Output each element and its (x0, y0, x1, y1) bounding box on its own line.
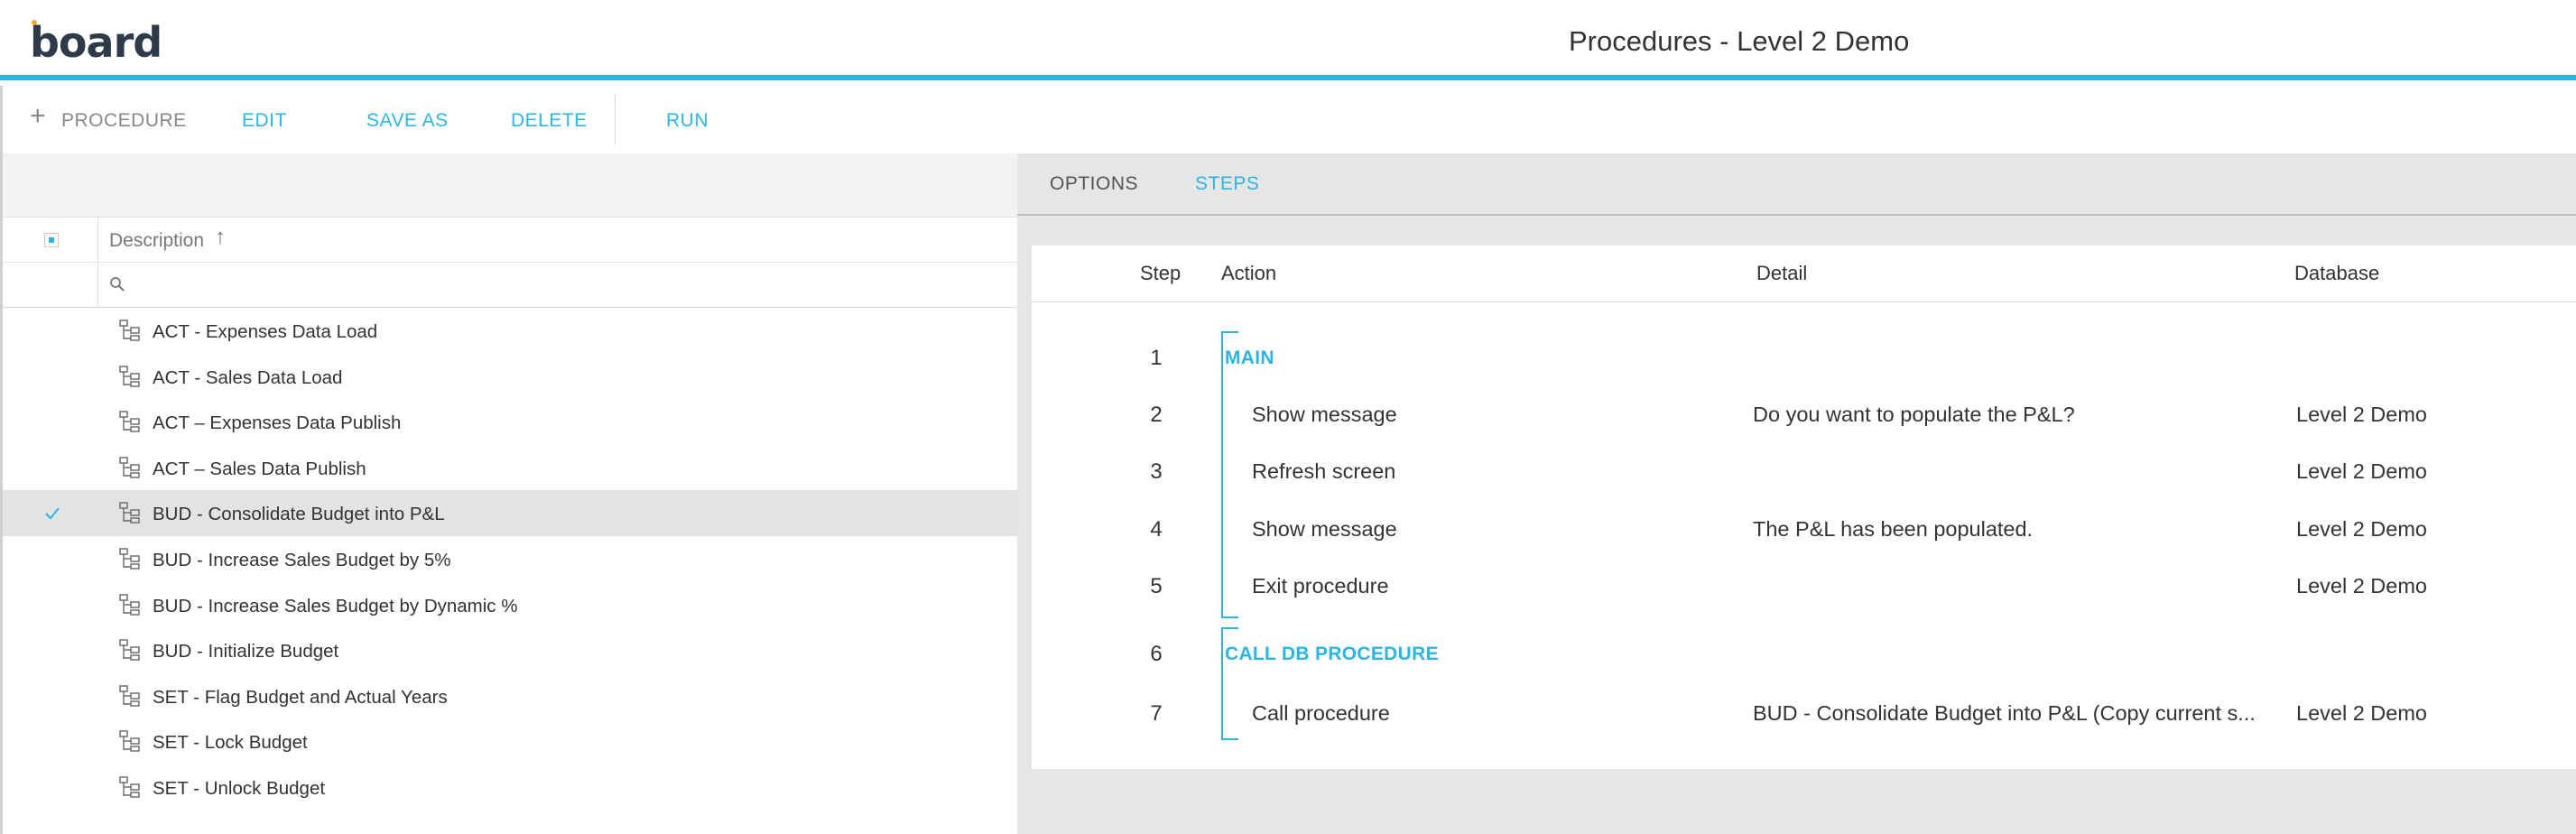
table-row[interactable]: 4 Show message The P&L has been populated.… (1032, 503, 2576, 557)
procedure-detail-panel: OPTIONS STEPS Step Action Detail Databas… (1017, 153, 2576, 834)
procedure-name: SET - Lock Budget (153, 732, 308, 754)
list-item[interactable]: SET - Lock Budget (3, 718, 1017, 764)
procedure-list-panel: Description ↑ ACT - Expenses Data Load AC… (0, 153, 1017, 834)
list-item[interactable]: BUD - Initialize Budget (3, 627, 1017, 673)
board-logo[interactable]: board (30, 18, 162, 67)
procedure-icon (119, 320, 140, 341)
procedure-name: ACT - Expenses Data Load (153, 321, 378, 342)
procedure-icon (119, 548, 140, 570)
search-icon[interactable] (108, 275, 126, 293)
toolbar-divider (615, 95, 616, 145)
sort-ascending-icon[interactable]: ↑ (215, 225, 226, 250)
table-row[interactable]: 2 Show message Do you want to populate the… (1032, 388, 2576, 442)
procedure-name: ACT - Sales Data Load (153, 366, 343, 388)
procedure-name: ACT – Expenses Data Publish (153, 412, 402, 434)
table-row[interactable]: 3 Refresh screen Level 2 Demo (1032, 445, 2576, 499)
procedure-name: SET - Flag Budget and Actual Years (153, 686, 448, 708)
procedure-name: SET - Unlock Budget (153, 777, 326, 799)
step-database: Level 2 Demo (2296, 701, 2427, 725)
delete-button[interactable]: DELETE (511, 110, 588, 132)
app-header: board Procedures - Level 2 Demo (0, 0, 2576, 80)
table-row[interactable]: 5 Exit procedure Level 2 Demo (1032, 560, 2576, 614)
list-item[interactable]: BUD - Increase Sales Budget by Dynamic % (3, 582, 1017, 628)
new-procedure-button[interactable]: PROCEDURE (61, 110, 187, 132)
list-item[interactable]: BUD - Increase Sales Budget by 5% (3, 536, 1017, 582)
list-item[interactable]: SET - Flag Budget and Actual Years (3, 673, 1017, 719)
step-number: 6 (1150, 642, 1163, 666)
column-header-detail: Detail (1756, 262, 1808, 284)
step-database: Level 2 Demo (2296, 403, 2427, 426)
step-detail: Do you want to populate the P&L? (1753, 403, 2075, 426)
checkmark-icon[interactable] (42, 504, 62, 524)
procedure-icon (119, 411, 140, 432)
logo-text: board (30, 18, 162, 67)
step-number: 5 (1150, 574, 1163, 598)
step-action: Show message (1252, 517, 1397, 541)
table-row[interactable]: 1 MAIN (1032, 331, 2576, 385)
table-row[interactable]: 7 Call procedure BUD - Consolidate Budget … (1032, 687, 2576, 741)
procedure-icon (119, 639, 140, 661)
tab-options[interactable]: OPTIONS (1050, 173, 1138, 195)
step-action: Refresh screen (1252, 459, 1396, 483)
procedure-icon (119, 593, 140, 616)
group-bracket-call-db (1221, 627, 1238, 740)
filter-row[interactable] (3, 263, 1017, 308)
list-item[interactable]: ACT - Expenses Data Load (3, 308, 1017, 354)
tab-steps[interactable]: STEPS (1195, 173, 1259, 195)
list-item[interactable]: BUD - Consolidate Budget into P&L (3, 490, 1017, 536)
step-detail: BUD - Consolidate Budget into P&L (Copy … (1753, 701, 2256, 725)
step-action: Show message (1252, 403, 1397, 426)
select-all-checkbox[interactable] (44, 233, 59, 247)
procedure-name: BUD - Increase Sales Budget by 5% (153, 549, 451, 570)
procedure-icon (119, 365, 140, 387)
procedure-icon (119, 502, 140, 524)
step-number: 3 (1150, 459, 1163, 484)
steps-table: Step Action Detail Database 1 MAIN 2 Show m… (1032, 246, 2576, 769)
procedure-icon (119, 457, 140, 478)
list-item[interactable]: ACT - Sales Data Load (3, 354, 1017, 400)
list-item[interactable]: SET - Unlock Budget (3, 764, 1017, 811)
step-number: 1 (1150, 346, 1163, 370)
procedure-name: ACT – Sales Data Publish (153, 458, 366, 479)
steps-table-header: Step Action Detail Database (1032, 246, 2576, 302)
procedure-icon (119, 685, 140, 707)
procedure-icon (119, 776, 140, 798)
step-database: Level 2 Demo (2296, 574, 2427, 598)
plus-icon[interactable]: + (30, 101, 46, 132)
step-number: 2 (1150, 403, 1163, 427)
procedure-name: BUD - Consolidate Budget into P&L (153, 504, 445, 525)
toolbar: + PROCEDURE EDIT SAVE AS DELETE RUN (0, 86, 2576, 153)
grid-header: Description ↑ (3, 217, 1017, 263)
procedure-icon (119, 730, 140, 753)
column-header-database: Database (2294, 262, 2380, 284)
run-button[interactable]: RUN (666, 110, 709, 132)
column-header-description[interactable]: Description (109, 230, 204, 252)
list-panel-header (3, 153, 1017, 217)
group-bracket-main (1221, 331, 1238, 618)
step-database: Level 2 Demo (2296, 517, 2427, 541)
detail-tabs: OPTIONS STEPS (1017, 153, 2576, 216)
procedure-name: BUD - Initialize Budget (153, 641, 339, 663)
step-detail: The P&L has been populated. (1753, 517, 2034, 541)
list-item[interactable]: ACT – Sales Data Publish (3, 445, 1017, 491)
procedure-name: BUD - Increase Sales Budget by Dynamic % (153, 595, 518, 616)
table-row[interactable]: 6 CALL DB PROCEDURE (1032, 627, 2576, 681)
step-database: Level 2 Demo (2296, 459, 2427, 483)
logo-dot (32, 20, 37, 25)
edit-button[interactable]: EDIT (242, 110, 287, 132)
step-number: 7 (1150, 701, 1163, 726)
column-header-step: Step (1140, 262, 1181, 284)
save-as-button[interactable]: SAVE AS (366, 110, 449, 132)
step-action: Exit procedure (1252, 574, 1389, 598)
procedure-rows: ACT - Expenses Data Load ACT - Sales Data… (3, 308, 1017, 811)
column-header-action: Action (1221, 262, 1277, 284)
list-item[interactable]: ACT – Expenses Data Publish (3, 399, 1017, 445)
step-number: 4 (1150, 517, 1163, 542)
step-group-label: CALL DB PROCEDURE (1225, 644, 1439, 664)
step-action: Call procedure (1252, 701, 1390, 725)
page-title: Procedures - Level 2 Demo (1569, 25, 1910, 57)
